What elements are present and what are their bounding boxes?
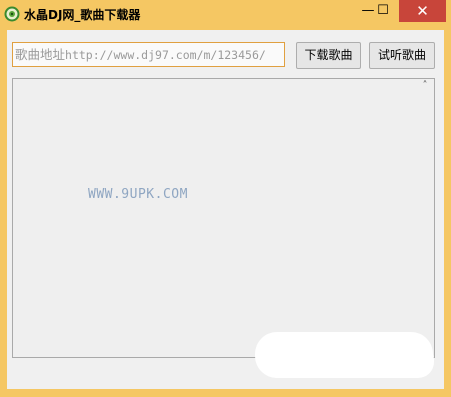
listen-song-button[interactable]: 试听歌曲 bbox=[369, 42, 435, 69]
window-title: 水晶DJ网_歌曲下载器 bbox=[24, 8, 141, 22]
app-logo-icon bbox=[4, 6, 20, 22]
song-url-input[interactable]: 歌曲地址http://www.dj97.com/m/123456/ bbox=[12, 42, 285, 67]
scroll-up-arrow-icon[interactable]: ˄ bbox=[420, 81, 430, 91]
redaction-blob-inner bbox=[262, 344, 434, 378]
url-placeholder-label: 歌曲地址 bbox=[15, 47, 66, 62]
download-song-button[interactable]: 下载歌曲 bbox=[296, 42, 361, 69]
url-placeholder-example: http://www.dj97.com/m/123456/ bbox=[65, 48, 266, 62]
maximize-button[interactable]: ☐ bbox=[368, 0, 398, 22]
watermark-text: WWW.9UPK.COM bbox=[88, 187, 188, 202]
close-button[interactable]: ✕ bbox=[399, 0, 446, 22]
app-window: 水晶DJ网_歌曲下载器 — ☐ ✕ 歌曲地址http://www.dj97.co… bbox=[0, 0, 451, 397]
output-panel[interactable]: ˄ WWW.9UPK.COM bbox=[12, 78, 435, 358]
title-bar[interactable]: 水晶DJ网_歌曲下载器 — ☐ ✕ bbox=[0, 0, 451, 29]
